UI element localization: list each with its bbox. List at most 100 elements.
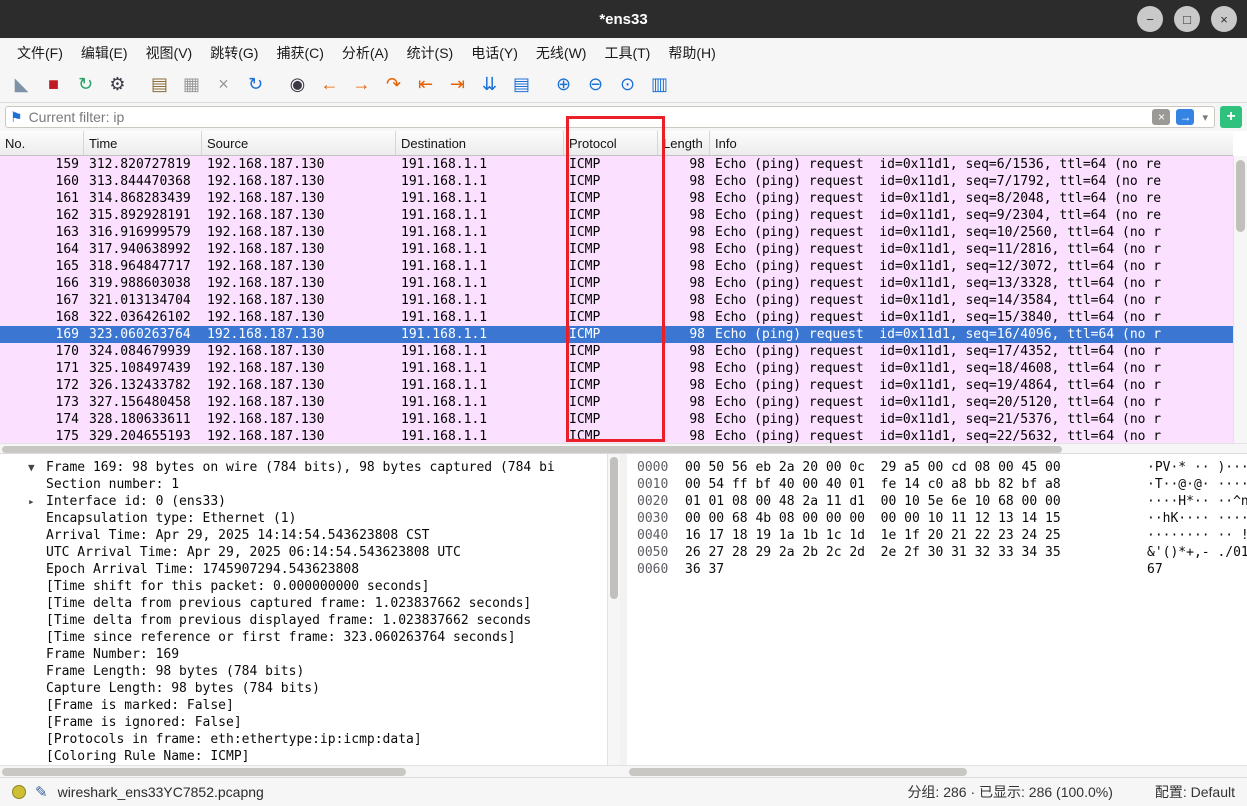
detail-line-16[interactable]: [Protocols in frame: eth:ethertype:ip:ic… (0, 731, 607, 748)
zoom-reset-icon[interactable]: ⊙ (612, 70, 643, 99)
detail-line-8[interactable]: [Time delta from previous captured frame… (0, 595, 607, 612)
capture-stop-icon[interactable]: ■ (38, 70, 69, 99)
go-last-packet-icon[interactable]: ⇥ (442, 70, 473, 99)
expert-info-icon[interactable] (12, 785, 26, 799)
column-header-destination[interactable]: Destination (396, 131, 564, 155)
detail-line-12[interactable]: Frame Length: 98 bytes (784 bits) (0, 663, 607, 680)
packet-row-167[interactable]: 167321.013134704192.168.187.130191.168.1… (0, 292, 1233, 309)
column-header-protocol[interactable]: Protocol (564, 131, 658, 155)
minimize-button[interactable]: − (1137, 6, 1163, 32)
detail-line-1[interactable]: Section number: 1 (0, 476, 607, 493)
zoom-in-icon[interactable]: ⊕ (548, 70, 579, 99)
pane-splitter[interactable] (620, 454, 627, 765)
packet-row-169[interactable]: 169323.060263764192.168.187.130191.168.1… (0, 326, 1233, 343)
resize-columns-icon[interactable]: ▥ (644, 70, 675, 99)
packet-row-174[interactable]: 174328.180633611192.168.187.130191.168.1… (0, 411, 1233, 428)
detail-line-17[interactable]: [Coloring Rule Name: ICMP] (0, 748, 607, 765)
profile-selector[interactable]: 配置: Default (1155, 782, 1235, 802)
filter-clear-icon[interactable]: × (1152, 109, 1170, 125)
packet-row-171[interactable]: 171325.108497439192.168.187.130191.168.1… (0, 360, 1233, 377)
packet-list-hscrollbar[interactable] (0, 443, 1247, 454)
column-header-time[interactable]: Time (84, 131, 202, 155)
expand-arrow-icon[interactable]: ▸ (28, 493, 35, 510)
detail-line-13[interactable]: Capture Length: 98 bytes (784 bits) (0, 680, 607, 697)
details-vscroll-thumb[interactable] (610, 457, 618, 599)
filter-dropdown-icon[interactable]: ▾ (1200, 111, 1210, 124)
packet-row-168[interactable]: 168322.036426102192.168.187.130191.168.1… (0, 309, 1233, 326)
column-header-info[interactable]: Info (710, 131, 1233, 155)
packet-row-159[interactable]: 159312.820727819192.168.187.130191.168.1… (0, 156, 1233, 173)
packet-row-175[interactable]: 175329.204655193192.168.187.130191.168.1… (0, 428, 1233, 443)
packet-row-161[interactable]: 161314.868283439192.168.187.130191.168.1… (0, 190, 1233, 207)
hex-row-0030[interactable]: 003000 00 68 4b 08 00 00 00 00 00 10 11 … (637, 510, 1247, 527)
hex-row-0010[interactable]: 001000 54 ff bf 40 00 40 01 fe 14 c0 a8 … (637, 476, 1247, 493)
zoom-out-icon[interactable]: ⊖ (580, 70, 611, 99)
filter-input[interactable]: ⚑ Current filter: ip × → ▾ (5, 106, 1215, 128)
packet-row-172[interactable]: 172326.132433782192.168.187.130191.168.1… (0, 377, 1233, 394)
packet-row-165[interactable]: 165318.964847717192.168.187.130191.168.1… (0, 258, 1233, 275)
menu-item-5[interactable]: 分析(A) (333, 39, 398, 67)
reload-file-icon[interactable]: ↻ (240, 70, 271, 99)
go-first-packet-icon[interactable]: ⇤ (410, 70, 441, 99)
hex-hscroll-thumb[interactable] (629, 768, 967, 776)
go-back-icon[interactable]: ← (314, 70, 345, 99)
menu-item-6[interactable]: 统计(S) (398, 39, 463, 67)
detail-line-2[interactable]: ▸Interface id: 0 (ens33) (0, 493, 607, 510)
auto-scroll-icon[interactable]: ⇊ (474, 70, 505, 99)
packet-row-163[interactable]: 163316.916999579192.168.187.130191.168.1… (0, 224, 1233, 241)
go-forward-icon[interactable]: → (346, 70, 377, 99)
packet-list-hscroll-thumb[interactable] (2, 446, 1062, 453)
go-to-packet-icon[interactable]: ↷ (378, 70, 409, 99)
capture-start-icon[interactable]: ◣ (6, 70, 37, 99)
hex-row-0050[interactable]: 005026 27 28 29 2a 2b 2c 2d 2e 2f 30 31 … (637, 544, 1247, 561)
detail-line-3[interactable]: Encapsulation type: Ethernet (1) (0, 510, 607, 527)
column-header-length[interactable]: Length (658, 131, 710, 155)
packet-row-160[interactable]: 160313.844470368192.168.187.130191.168.1… (0, 173, 1233, 190)
close-file-icon[interactable]: × (208, 70, 239, 99)
hex-hscrollbar[interactable] (627, 766, 1247, 777)
packet-row-162[interactable]: 162315.892928191192.168.187.130191.168.1… (0, 207, 1233, 224)
detail-line-0[interactable]: ▼Frame 169: 98 bytes on wire (784 bits),… (0, 459, 607, 476)
bookmark-icon[interactable]: ⚑ (10, 109, 23, 126)
filter-apply-icon[interactable]: → (1176, 109, 1194, 125)
detail-line-11[interactable]: Frame Number: 169 (0, 646, 607, 663)
hex-row-0000[interactable]: 000000 50 56 eb 2a 20 00 0c 29 a5 00 cd … (637, 459, 1247, 476)
details-hscroll-thumb[interactable] (2, 768, 406, 776)
find-packet-icon[interactable]: ◉ (282, 70, 313, 99)
menu-item-2[interactable]: 视图(V) (137, 39, 202, 67)
menu-item-0[interactable]: 文件(F) (8, 39, 72, 67)
filter-add-button[interactable]: + (1220, 106, 1242, 128)
packet-row-166[interactable]: 166319.988603038192.168.187.130191.168.1… (0, 275, 1233, 292)
detail-line-9[interactable]: [Time delta from previous displayed fram… (0, 612, 607, 629)
detail-line-6[interactable]: Epoch Arrival Time: 1745907294.543623808 (0, 561, 607, 578)
packet-row-170[interactable]: 170324.084679939192.168.187.130191.168.1… (0, 343, 1233, 360)
detail-line-14[interactable]: [Frame is marked: False] (0, 697, 607, 714)
maximize-button[interactable]: □ (1174, 6, 1200, 32)
menu-item-10[interactable]: 帮助(H) (659, 39, 724, 67)
details-vscrollbar[interactable] (607, 454, 620, 765)
close-button[interactable]: × (1211, 6, 1237, 32)
packet-list-vscrollbar[interactable] (1233, 156, 1247, 443)
menu-item-1[interactable]: 编辑(E) (72, 39, 137, 67)
menu-item-7[interactable]: 电话(Y) (462, 39, 527, 67)
column-header-no[interactable]: No. (0, 131, 84, 155)
save-file-icon[interactable]: ▦ (176, 70, 207, 99)
packet-row-173[interactable]: 173327.156480458192.168.187.130191.168.1… (0, 394, 1233, 411)
menu-item-9[interactable]: 工具(T) (595, 39, 659, 67)
detail-line-5[interactable]: UTC Arrival Time: Apr 29, 2025 06:14:54.… (0, 544, 607, 561)
detail-line-7[interactable]: [Time shift for this packet: 0.000000000… (0, 578, 607, 595)
detail-line-10[interactable]: [Time since reference or first frame: 32… (0, 629, 607, 646)
menu-item-3[interactable]: 跳转(G) (201, 39, 267, 67)
detail-line-4[interactable]: Arrival Time: Apr 29, 2025 14:14:54.5436… (0, 527, 607, 544)
hex-row-0040[interactable]: 004016 17 18 19 1a 1b 1c 1d 1e 1f 20 21 … (637, 527, 1247, 544)
capture-comment-icon[interactable]: ✎ (35, 783, 48, 801)
detail-line-15[interactable]: [Frame is ignored: False] (0, 714, 607, 731)
open-file-icon[interactable]: ▤ (144, 70, 175, 99)
collapse-arrow-icon[interactable]: ▼ (28, 459, 35, 476)
packet-list-vscroll-thumb[interactable] (1236, 160, 1245, 232)
column-header-source[interactable]: Source (202, 131, 396, 155)
hex-row-0060[interactable]: 006036 3767 (637, 561, 1247, 578)
menu-item-8[interactable]: 无线(W) (527, 39, 596, 67)
capture-options-icon[interactable]: ⚙ (102, 70, 133, 99)
menu-item-4[interactable]: 捕获(C) (267, 39, 332, 67)
